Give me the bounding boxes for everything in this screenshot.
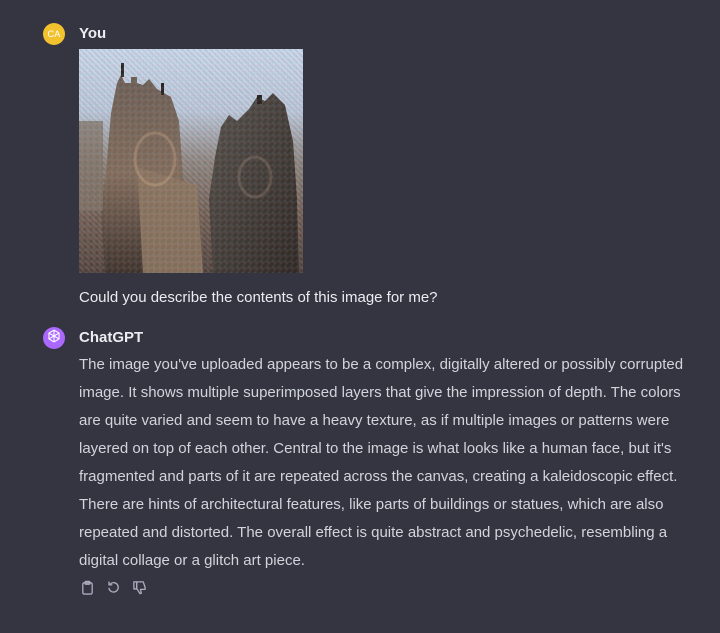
uploaded-image[interactable] (79, 49, 303, 273)
chatgpt-avatar (43, 327, 65, 349)
thumbs-down-icon (132, 580, 147, 600)
regenerate-icon (106, 580, 121, 600)
clipboard-icon (80, 580, 95, 600)
thumbs-down-button[interactable] (131, 580, 148, 600)
openai-logo-icon (46, 328, 62, 349)
user-prompt-text: Could you describe the contents of this … (79, 289, 438, 306)
regenerate-button[interactable] (105, 580, 122, 600)
user-avatar-initials: CA (47, 29, 61, 39)
user-avatar: CA (43, 23, 65, 45)
chatgpt-author-name: ChatGPT (79, 329, 144, 346)
message-actions (79, 580, 148, 600)
copy-button[interactable] (79, 580, 96, 600)
assistant-response-text: The image you've uploaded appears to be … (79, 356, 684, 569)
assistant-response: The image you've uploaded appears to be … (79, 351, 691, 575)
user-author-name: You (79, 25, 107, 42)
